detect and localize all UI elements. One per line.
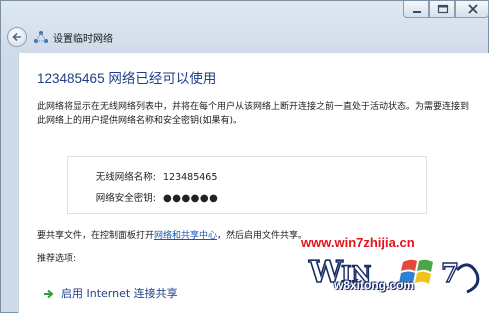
- enable-ics-label: 启用 Internet 连接共享: [61, 287, 178, 300]
- security-key-label: 网络安全密钥:: [95, 193, 156, 204]
- network-icon: [34, 31, 48, 43]
- watermark-subtext: w8xitong.com: [334, 278, 415, 292]
- network-sharing-center-link[interactable]: 网络和共享中心: [154, 231, 217, 241]
- page-heading: 123485465 网络已经可以使用: [37, 71, 217, 86]
- network-name-label: 无线网络名称:: [95, 172, 156, 183]
- back-arrow-icon: [12, 32, 21, 42]
- dialog-window: 设置临时网络 123485465 网络已经可以使用 此网络将显示在无线网络列表中…: [0, 0, 489, 313]
- watermark-url: www.win7zhijia.cn: [301, 235, 415, 250]
- network-name-row: 无线网络名称: 123485465: [84, 169, 218, 183]
- close-button[interactable]: [455, 1, 489, 18]
- security-key-value: ●●●●●●: [163, 193, 219, 204]
- share-suffix: ，然后启用文件共享。: [217, 231, 308, 241]
- recommended-label: 推荐选项:: [37, 254, 77, 264]
- enable-ics-option[interactable]: 启用 Internet 连接共享: [44, 285, 178, 301]
- green-arrow-icon: [44, 289, 54, 299]
- svg-text:7: 7: [441, 259, 459, 289]
- window-title: 设置临时网络: [53, 34, 113, 45]
- back-button[interactable]: [7, 27, 27, 47]
- minimize-button[interactable]: [403, 1, 429, 18]
- maximize-icon: [437, 4, 449, 14]
- close-icon: [468, 4, 478, 14]
- share-instruction: 要共享文件，在控制面板打开网络和共享中心，然后启用文件共享。: [37, 228, 307, 241]
- network-name-value: 123485465: [163, 172, 218, 183]
- security-key-row: 网络安全密钥: ●●●●●●: [84, 190, 218, 204]
- network-info-box: 无线网络名称: 123485465 网络安全密钥: ●●●●●●: [67, 156, 427, 214]
- description-text: 此网络将显示在无线网络列表中，并将在每个用户从该网络上断开连接之前一直处于活动状…: [37, 102, 470, 126]
- maximize-button[interactable]: [429, 1, 455, 18]
- minimize-icon: [413, 11, 421, 13]
- share-prefix: 要共享文件，在控制面板打开: [37, 231, 155, 241]
